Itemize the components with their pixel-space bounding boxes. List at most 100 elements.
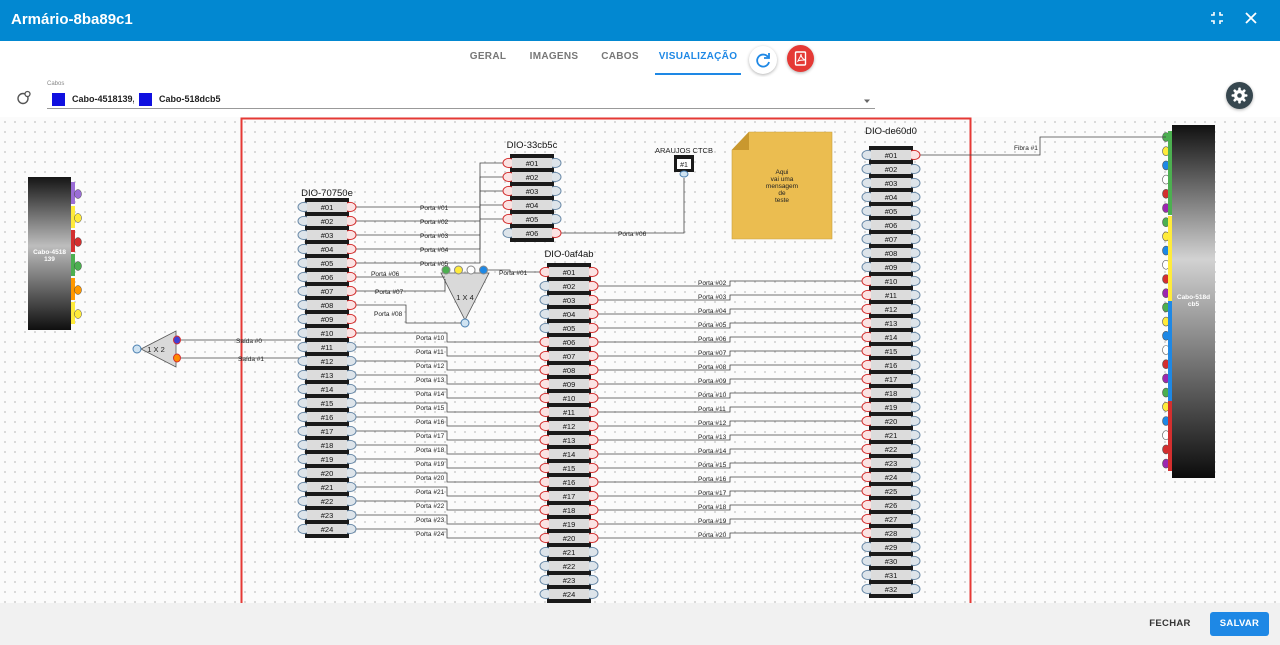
dio-port-label: #05 bbox=[526, 215, 539, 224]
terminal-box[interactable]: ARAUJOS CTCB #1 bbox=[655, 146, 713, 178]
connection-label: Porta #20 bbox=[698, 532, 727, 539]
fiber-connection bbox=[353, 402, 543, 413]
fiber-connection bbox=[353, 162, 506, 208]
dio-title: DIO-de60d0 bbox=[865, 126, 917, 137]
fiber-connection bbox=[353, 304, 461, 324]
cables-field-label: Cabos bbox=[47, 81, 65, 87]
dio-port-label: #17 bbox=[563, 492, 576, 501]
tab-geral[interactable]: GERAL bbox=[465, 41, 511, 73]
dio-port-label: #11 bbox=[563, 408, 575, 417]
splitter-output[interactable] bbox=[173, 353, 181, 363]
dio-port-label: #15 bbox=[885, 347, 898, 356]
dio-port-label: #11 bbox=[321, 343, 333, 352]
splitter-input[interactable] bbox=[132, 344, 142, 354]
dio-port-label: #28 bbox=[885, 529, 898, 538]
dio-port-label: #14 bbox=[885, 333, 898, 342]
connection-label: Porta #19 bbox=[416, 461, 445, 468]
splitter-output[interactable] bbox=[173, 335, 181, 345]
fiber-connection bbox=[353, 444, 543, 455]
tab-imagens[interactable]: IMAGENS bbox=[527, 41, 581, 73]
fiber-connection bbox=[353, 430, 543, 441]
dio-port-label: #02 bbox=[885, 165, 898, 174]
connection-label: Porta #24 bbox=[416, 531, 445, 538]
tab-visualizacao[interactable]: VISUALIZAÇÃO bbox=[655, 41, 741, 75]
fiber-connection bbox=[353, 176, 506, 222]
dio-port-label: #05 bbox=[321, 259, 334, 268]
connection-label: Porta #11 bbox=[698, 406, 726, 413]
dio-port-label: #18 bbox=[885, 389, 898, 398]
cable-block[interactable]: Cabo-4518139 bbox=[28, 177, 82, 330]
dio-port-label: #23 bbox=[563, 576, 576, 585]
close-button[interactable]: FECHAR bbox=[1142, 612, 1198, 636]
save-button[interactable]: SALVAR bbox=[1210, 612, 1269, 636]
dio-port-label: #08 bbox=[321, 301, 334, 310]
note-text: de bbox=[778, 190, 786, 197]
connection-label: Porta #13 bbox=[698, 434, 727, 441]
dio-port-label: #03 bbox=[526, 187, 539, 196]
splitter-1x4[interactable]: 1 X 4 bbox=[440, 265, 490, 328]
dio-block[interactable]: DIO-0af4ab #01 #02 #03 #04 #05 #06 #07 #08 #09 #10… bbox=[539, 249, 599, 603]
diagram-canvas[interactable]: Cabo-4518 139 Cabo-518d cb5 1 X 2 Saída #0 Saí… bbox=[0, 117, 1280, 603]
splitter-output[interactable] bbox=[479, 265, 488, 275]
fiber-end[interactable] bbox=[74, 213, 82, 223]
connection-label: Porta #18 bbox=[416, 447, 445, 454]
cable-label: Cabo-4518 bbox=[33, 249, 66, 256]
fiber-end[interactable] bbox=[74, 285, 82, 295]
dio-port-label: #04 bbox=[321, 245, 334, 254]
fiber-end[interactable] bbox=[74, 237, 82, 247]
fiber-connection bbox=[353, 360, 543, 371]
sticky-note[interactable]: Aquivai umamensagemdeteste bbox=[731, 131, 833, 240]
note-text: Aqui bbox=[775, 169, 788, 176]
dio-port-label: #23 bbox=[885, 459, 898, 468]
dio-port-label: #08 bbox=[885, 249, 898, 258]
dio-port-label: #30 bbox=[885, 557, 898, 566]
dio-port-label: #24 bbox=[563, 590, 576, 599]
refresh-icon bbox=[756, 53, 770, 68]
connection-label: Saída #0 bbox=[236, 338, 262, 345]
fiber-connection bbox=[595, 308, 866, 315]
dio-block[interactable]: DIO-33cb5c #01 #02 #03 #04 #05 #06 bbox=[502, 140, 562, 242]
splice-diagram[interactable]: Cabo-4518139 Cabo-518dcb5 1 X 2 Saída #0 Saí… bbox=[0, 117, 1280, 603]
splitter-output[interactable] bbox=[454, 265, 463, 275]
cable-chip[interactable]: Cabo-518dcb5 bbox=[139, 93, 221, 106]
fiber-connection bbox=[595, 322, 866, 329]
dio-port-label: #01 bbox=[563, 268, 576, 277]
fiber-end[interactable] bbox=[74, 189, 82, 199]
dio-port-label: #07 bbox=[563, 352, 576, 361]
dio-port-label: #01 bbox=[321, 203, 334, 212]
dio-block[interactable]: DIO-70750e #01 #02 #03 #04 #05 #06 #07 #08 #09 #10… bbox=[297, 188, 357, 538]
splitter-input[interactable] bbox=[460, 318, 470, 328]
dio-port-label: #09 bbox=[885, 263, 898, 272]
cable-block[interactable]: Cabo-518dcb5 bbox=[1162, 125, 1216, 478]
dio-block[interactable]: DIO-de60d0 #01 #02 #03 #04 #05 #06 #07 #08 #09 #10… bbox=[861, 126, 921, 598]
dio-port-label: #13 bbox=[563, 436, 576, 445]
terminal-name: ARAUJOS CTCB bbox=[655, 146, 713, 155]
dio-port-label: #25 bbox=[885, 487, 898, 496]
dio-title: DIO-0af4ab bbox=[544, 249, 593, 260]
cable-chip-label: Cabo-4518139, bbox=[72, 94, 134, 104]
exit-fullscreen-icon[interactable] bbox=[1207, 11, 1227, 31]
splitter-output[interactable] bbox=[466, 265, 476, 275]
tab-bar: GERAL IMAGENS CABOS VISUALIZAÇÃO bbox=[0, 41, 1280, 77]
fiber-end[interactable] bbox=[74, 309, 82, 319]
settings-button[interactable] bbox=[1226, 82, 1253, 109]
dio-port-label: #14 bbox=[321, 385, 334, 394]
fiber-end[interactable] bbox=[74, 261, 82, 271]
cable-chip[interactable]: Cabo-4518139, bbox=[52, 93, 134, 106]
refresh-button[interactable] bbox=[749, 46, 777, 74]
tab-cabos[interactable]: CABOS bbox=[597, 41, 643, 73]
dio-port-label: #09 bbox=[321, 315, 334, 324]
pdf-export-button[interactable] bbox=[787, 45, 814, 72]
dio-port-label: #32 bbox=[885, 585, 898, 594]
terminal-connector[interactable] bbox=[679, 170, 689, 178]
close-icon[interactable] bbox=[1241, 11, 1261, 31]
fiber-connection bbox=[917, 136, 1166, 156]
fiber-connection bbox=[595, 532, 866, 539]
fiber-connection bbox=[353, 374, 543, 385]
dio-port-label: #21 bbox=[321, 483, 334, 492]
cable-label: 139 bbox=[44, 256, 55, 263]
splitter-1x2[interactable]: 1 X 2 bbox=[132, 330, 181, 368]
dropdown-arrow-icon[interactable] bbox=[862, 93, 872, 103]
fiber-connection bbox=[353, 416, 543, 427]
reset-link-icon[interactable] bbox=[15, 89, 33, 107]
